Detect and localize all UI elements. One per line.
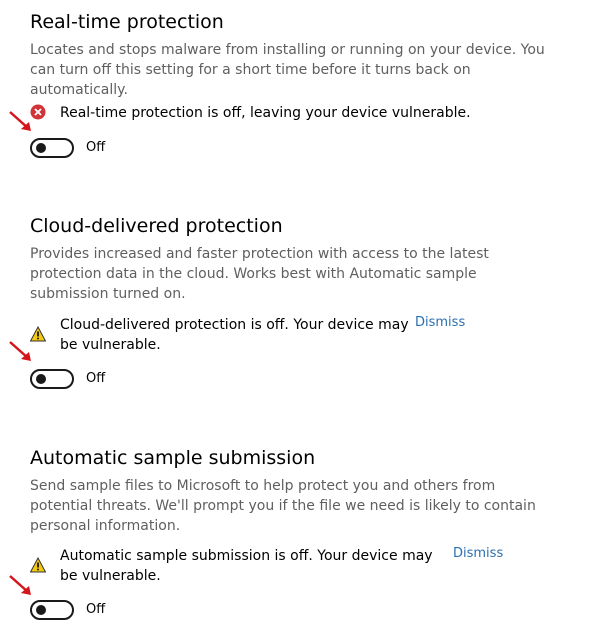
error-x-icon: [30, 104, 46, 120]
sample-submission-toggle[interactable]: [30, 600, 74, 620]
sample-dismiss-link[interactable]: Dismiss: [453, 546, 503, 561]
sample-submission-title: Automatic sample submission: [30, 447, 316, 469]
cloud-status-row: Cloud-delivered protection is off. Your …: [30, 315, 550, 365]
sample-status-text: Automatic sample submission is off. Your…: [60, 548, 433, 584]
sample-toggle-label: Off: [86, 602, 106, 617]
sample-status-row: Automatic sample submission is off. Your…: [30, 546, 550, 596]
toggle-knob: [36, 605, 46, 615]
toggle-knob: [36, 374, 46, 384]
warning-icon: [30, 326, 46, 342]
cloud-protection-title: Cloud-delivered protection: [30, 215, 283, 237]
sample-submission-description: Send sample files to Microsoft to help p…: [30, 478, 536, 534]
realtime-protection-title: Real-time protection: [30, 11, 224, 33]
realtime-toggle-label: Off: [86, 140, 106, 155]
realtime-status-text: Real-time protection is off, leaving you…: [60, 105, 471, 121]
cloud-protection-description: Provides increased and faster protection…: [30, 246, 489, 302]
realtime-protection-section: Real-time protection Locates and stops m…: [30, 10, 550, 100]
realtime-status-row: Real-time protection is off, leaving you…: [30, 103, 550, 153]
realtime-protection-toggle[interactable]: [30, 138, 74, 158]
toggle-knob: [36, 143, 46, 153]
cloud-dismiss-link[interactable]: Dismiss: [415, 315, 465, 330]
cloud-protection-section: Cloud-delivered protection Provides incr…: [30, 214, 550, 304]
cloud-protection-toggle[interactable]: [30, 369, 74, 389]
warning-icon: [30, 557, 46, 573]
cloud-toggle-label: Off: [86, 371, 106, 386]
realtime-protection-description: Locates and stops malware from installin…: [30, 42, 545, 98]
cloud-status-text: Cloud-delivered protection is off. Your …: [60, 317, 409, 353]
sample-submission-section: Automatic sample submission Send sample …: [30, 446, 550, 536]
